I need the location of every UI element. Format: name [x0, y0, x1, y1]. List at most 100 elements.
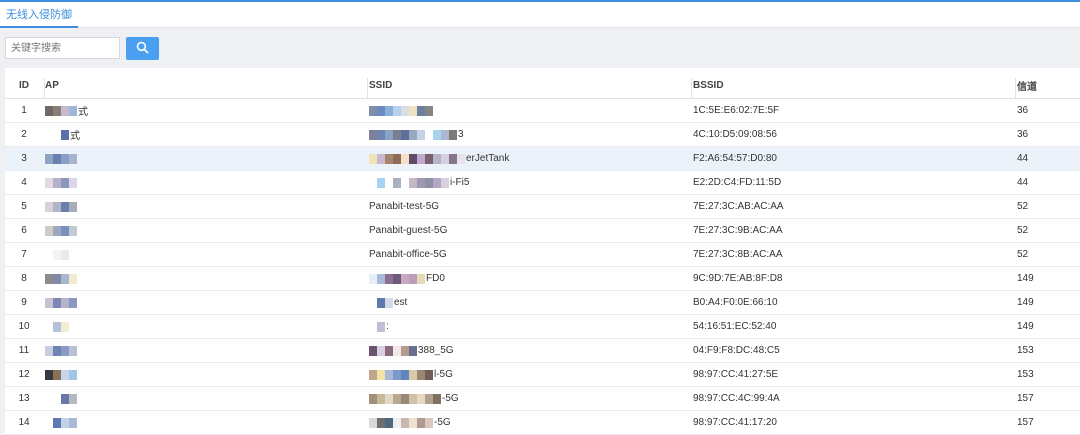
cell-channel: 157	[1017, 411, 1077, 434]
row-id-text: 5	[21, 201, 27, 212]
ssid-text: :	[386, 321, 389, 332]
cell-id: 13	[5, 387, 43, 410]
channel-text: 153	[1017, 345, 1034, 356]
ssid-text: Panabit-office-5G	[369, 249, 447, 260]
header-bssid[interactable]: BSSID	[693, 73, 1013, 98]
search-button[interactable]	[126, 37, 159, 60]
table-row[interactable]: 4 i-Fi5 E2:2D:C4:FD:11:5D 44	[5, 171, 1080, 195]
cell-ssid: 3	[369, 123, 689, 146]
cell-ap	[45, 219, 365, 242]
redacted-mosaic	[45, 345, 77, 356]
tab-bar: 无线入侵防御	[0, 0, 1080, 28]
table-row[interactable]: 1 式 1C:5E:E6:02:7E:5F 36	[5, 99, 1080, 123]
row-id-text: 8	[21, 273, 27, 284]
redacted-mosaic	[369, 297, 393, 308]
cell-channel: 44	[1017, 147, 1077, 170]
channel-text: 149	[1017, 321, 1034, 332]
search-input[interactable]	[5, 37, 120, 59]
ssid-text: -5G	[434, 417, 451, 428]
cell-channel: 36	[1017, 99, 1077, 122]
table-row[interactable]: 11 388_5G 04:F9:F8:DC:48:C5 153	[5, 339, 1080, 363]
row-id-text: 11	[18, 345, 30, 356]
redacted-mosaic	[45, 417, 77, 428]
cell-channel: 52	[1017, 243, 1077, 266]
row-id-text: 10	[18, 321, 30, 332]
cell-ap	[45, 363, 365, 386]
row-id-text: 9	[21, 297, 27, 308]
channel-text: 44	[1017, 177, 1029, 188]
cell-channel: 153	[1017, 339, 1077, 362]
bssid-text: 9C:9D:7E:AB:8F:D8	[693, 273, 783, 284]
header-channel[interactable]: 信道	[1017, 73, 1077, 98]
table-row[interactable]: 8 FD0 9C:9D:7E:AB:8F:D8 149	[5, 267, 1080, 291]
cell-id: 3	[5, 147, 43, 170]
cell-id: 2	[5, 123, 43, 146]
cell-channel: 149	[1017, 315, 1077, 338]
cell-ssid	[369, 99, 689, 122]
ap-name-text: 式	[70, 131, 80, 142]
bssid-text: 7E:27:3C:8B:AC:AA	[693, 249, 783, 260]
row-id-text: 12	[18, 369, 30, 380]
table-row[interactable]: 12 l-5G 98:97:CC:41:27:5E 153	[5, 363, 1080, 387]
cell-ap	[45, 267, 365, 290]
bssid-text: 4C:10:D5:09:08:56	[693, 129, 777, 140]
cell-channel: 52	[1017, 219, 1077, 242]
cell-bssid: 4C:10:D5:09:08:56	[693, 123, 1013, 146]
bssid-text: 98:97:CC:4C:99:4A	[693, 393, 780, 404]
intrusion-table: ID AP SSID BSSID 信道 1 式 1C:5E:E6:02:7E:5F 3…	[5, 68, 1080, 435]
channel-text: 157	[1017, 393, 1034, 404]
redacted-mosaic	[369, 345, 417, 356]
redacted-mosaic	[45, 153, 77, 164]
table-row[interactable]: 13 -5G 98:97:CC:4C:99:4A 157	[5, 387, 1080, 411]
table-row[interactable]: 9 est B0:A4:F0:0E:66:10 149	[5, 291, 1080, 315]
header-ap[interactable]: AP	[45, 73, 365, 98]
cell-channel: 149	[1017, 267, 1077, 290]
cell-bssid: 7E:27:3C:AB:AC:AA	[693, 195, 1013, 218]
redacted-mosaic	[45, 249, 69, 260]
table-row[interactable]: 7 Panabit-office-5G 7E:27:3C:8B:AC:AA 52	[5, 243, 1080, 267]
cell-bssid: 98:97:CC:41:17:20	[693, 411, 1013, 434]
channel-text: 52	[1017, 201, 1029, 212]
table-row[interactable]: 14 -5G 98:97:CC:41:17:20 157	[5, 411, 1080, 435]
table-row[interactable]: 3 erJetTank F2:A6:54:57:D0:80 44	[5, 147, 1080, 171]
header-ssid[interactable]: SSID	[369, 73, 689, 98]
table-row[interactable]: 2 式 3 4C:10:D5:09:08:56 36	[5, 123, 1080, 147]
redacted-mosaic	[369, 177, 449, 188]
ap-name-text: 式	[78, 107, 88, 118]
redacted-mosaic	[369, 417, 433, 428]
cell-bssid: 7E:27:3C:9B:AC:AA	[693, 219, 1013, 242]
cell-bssid: 7E:27:3C:8B:AC:AA	[693, 243, 1013, 266]
cell-bssid: 98:97:CC:4C:99:4A	[693, 387, 1013, 410]
row-id-text: 14	[18, 417, 30, 428]
channel-text: 153	[1017, 369, 1034, 380]
cell-id: 10	[5, 315, 43, 338]
row-id-text: 6	[21, 225, 27, 236]
table-row[interactable]: 10: 54:16:51:EC:52:40 149	[5, 315, 1080, 339]
tab-wireless-intrusion-prevention[interactable]: 无线入侵防御	[0, 2, 78, 28]
cell-ap	[45, 315, 365, 338]
cell-bssid: 54:16:51:EC:52:40	[693, 315, 1013, 338]
cell-ssid: erJetTank	[369, 147, 689, 170]
bssid-text: 54:16:51:EC:52:40	[693, 321, 777, 332]
ssid-text: 388_5G	[418, 345, 454, 356]
redacted-mosaic	[45, 105, 77, 116]
cell-ssid: i-Fi5	[369, 171, 689, 194]
channel-text: 36	[1017, 105, 1029, 116]
channel-text: 149	[1017, 273, 1034, 284]
header-id[interactable]: ID	[5, 73, 43, 98]
cell-channel: 149	[1017, 291, 1077, 314]
table-row[interactable]: 6 Panabit-guest-5G 7E:27:3C:9B:AC:AA 52	[5, 219, 1080, 243]
cell-channel: 44	[1017, 171, 1077, 194]
cell-bssid: E2:2D:C4:FD:11:5D	[693, 171, 1013, 194]
table-row[interactable]: 5 Panabit-test-5G 7E:27:3C:AB:AC:AA 52	[5, 195, 1080, 219]
cell-ssid: -5G	[369, 411, 689, 434]
bssid-text: 98:97:CC:41:27:5E	[693, 369, 779, 380]
bssid-text: 1C:5E:E6:02:7E:5F	[693, 105, 780, 116]
cell-ssid: l-5G	[369, 363, 689, 386]
cell-id: 14	[5, 411, 43, 434]
bssid-text: 7E:27:3C:9B:AC:AA	[693, 225, 783, 236]
cell-id: 6	[5, 219, 43, 242]
cell-channel: 36	[1017, 123, 1077, 146]
ssid-text: erJetTank	[466, 153, 510, 164]
cell-ap	[45, 387, 365, 410]
